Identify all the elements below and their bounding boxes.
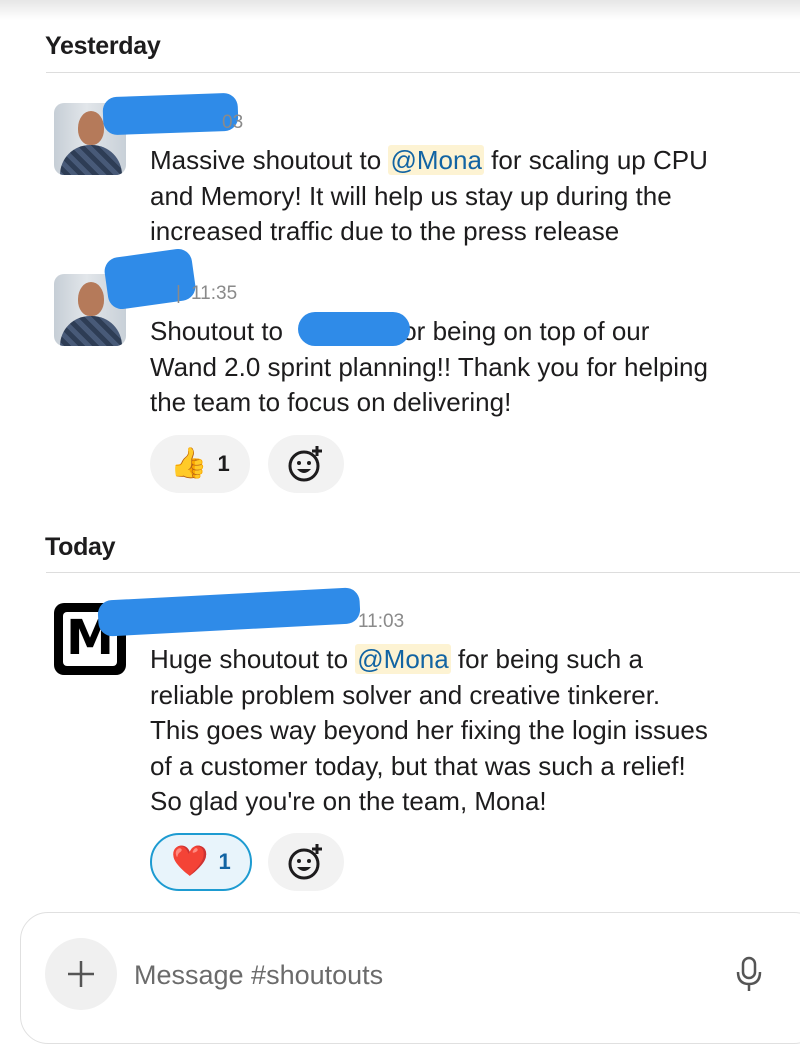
- avatar-shirt: [60, 316, 122, 346]
- message-line: reliable problem solver and creative tin…: [150, 679, 661, 710]
- message-input[interactable]: [134, 955, 694, 995]
- reaction-heart[interactable]: ❤️ 1: [150, 833, 252, 891]
- message-body: Massive shoutout to @Mona for scaling up…: [150, 143, 790, 250]
- redacted-sender-name: [102, 247, 198, 311]
- message-line: Wand 2.0 sprint planning!! Thank you for…: [150, 351, 708, 382]
- message-line: and Memory! It will help us stay up duri…: [150, 180, 672, 211]
- add-emoji-icon: [288, 446, 322, 482]
- reaction-thumbs-up[interactable]: 👍 1: [150, 435, 250, 493]
- plus-icon: [68, 961, 94, 987]
- message-text: for scaling up CPU: [483, 145, 708, 175]
- message-text: for being such a: [450, 644, 643, 674]
- message-body: Huge shoutout to @Mona for being such a …: [150, 642, 790, 820]
- voice-record-button[interactable]: [728, 952, 772, 996]
- add-reaction-button[interactable]: [268, 435, 344, 493]
- message-line: increased traffic due to the press relea…: [150, 216, 620, 246]
- redacted-user-mention: [298, 312, 410, 346]
- redacted-sender-name: [102, 92, 239, 136]
- divider-line: [46, 572, 800, 573]
- redacted-sender-name: [97, 587, 361, 637]
- message-text: for being on top of our: [395, 316, 650, 346]
- message-body: Shoutout to for being on top of our Wand …: [150, 314, 790, 421]
- message-line: the team to focus on delivering!: [150, 387, 512, 417]
- avatar-shirt: [60, 145, 122, 175]
- timestamp: 11:03: [358, 611, 404, 633]
- day-divider-today[interactable]: Today: [45, 533, 116, 562]
- avatar-face: [78, 111, 104, 145]
- timestamp: 03: [222, 112, 244, 133]
- top-shadow: [0, 0, 800, 20]
- user-mention[interactable]: @Mona: [388, 145, 484, 175]
- message-line: So glad you're on the team, Mona!: [150, 786, 547, 816]
- message-text: Massive shoutout to: [150, 145, 389, 175]
- message-text: Shoutout to: [150, 316, 283, 346]
- heart-icon: ❤️: [171, 844, 209, 879]
- day-divider-yesterday[interactable]: Yesterday: [45, 32, 161, 61]
- avatar-face: [78, 282, 104, 316]
- timestamp-divider: |: [176, 283, 181, 304]
- add-reaction-button[interactable]: [268, 833, 344, 891]
- timestamp: 11:35: [191, 283, 238, 304]
- reaction-count: 1: [218, 849, 231, 874]
- message-line: of a customer today, but that was such a…: [150, 750, 686, 781]
- divider-line: [46, 72, 800, 73]
- attach-button[interactable]: [45, 938, 117, 1010]
- microphone-icon: [736, 956, 762, 991]
- message-text: Huge shoutout to: [150, 644, 356, 674]
- timestamp-text: 11:03: [358, 611, 405, 632]
- reaction-count: 1: [217, 451, 230, 476]
- thumbs-up-icon: 👍: [170, 446, 208, 481]
- message-line: This goes way beyond her fixing the logi…: [150, 715, 708, 745]
- add-emoji-icon: [288, 844, 322, 880]
- user-mention[interactable]: @Mona: [355, 644, 451, 674]
